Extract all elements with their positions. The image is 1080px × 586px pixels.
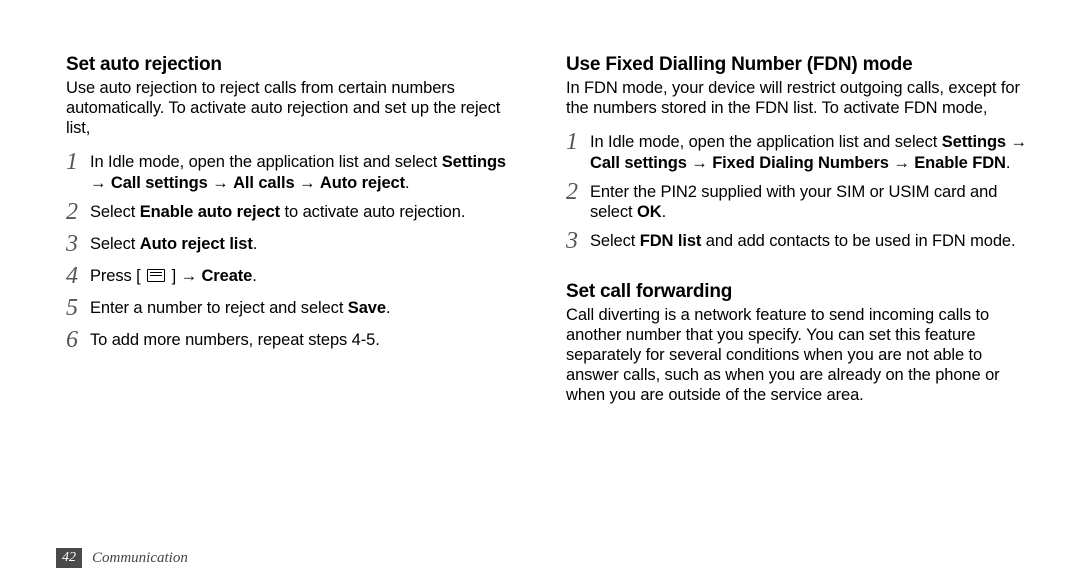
step-item: 2Enter the PIN2 supplied with your SIM o… bbox=[566, 182, 1036, 223]
step-item: 1In Idle mode, open the application list… bbox=[66, 152, 526, 193]
step-number: 3 bbox=[66, 232, 90, 256]
step-text: Select Enable auto reject to activate au… bbox=[90, 202, 465, 223]
intro-call-forwarding: Call diverting is a network feature to s… bbox=[566, 305, 1036, 406]
left-column: Set auto rejection Use auto rejection to… bbox=[66, 54, 526, 419]
steps-set-auto-rejection: 1In Idle mode, open the application list… bbox=[66, 152, 526, 353]
page-number: 42 bbox=[56, 548, 82, 568]
step-number: 3 bbox=[566, 229, 590, 253]
step-item: 6To add more numbers, repeat steps 4-5. bbox=[66, 330, 526, 354]
step-item: 3Select FDN list and add contacts to be … bbox=[566, 231, 1036, 255]
step-number: 5 bbox=[66, 296, 90, 320]
step-item: 4Press [ ] → Create. bbox=[66, 266, 526, 290]
step-text: In Idle mode, open the application list … bbox=[590, 132, 1036, 173]
step-text: Enter the PIN2 supplied with your SIM or… bbox=[590, 182, 1036, 223]
step-number: 2 bbox=[566, 180, 590, 204]
step-text: To add more numbers, repeat steps 4-5. bbox=[90, 330, 380, 351]
intro-fdn-mode: In FDN mode, your device will restrict o… bbox=[566, 78, 1036, 118]
step-number: 1 bbox=[566, 130, 590, 154]
step-text: Select FDN list and add contacts to be u… bbox=[590, 231, 1015, 252]
intro-set-auto-rejection: Use auto rejection to reject calls from … bbox=[66, 78, 526, 138]
step-number: 2 bbox=[66, 200, 90, 224]
step-item: 3Select Auto reject list. bbox=[66, 234, 526, 258]
step-item: 1In Idle mode, open the application list… bbox=[566, 132, 1036, 173]
heading-set-auto-rejection: Set auto rejection bbox=[66, 54, 526, 76]
steps-fdn-mode: 1In Idle mode, open the application list… bbox=[566, 132, 1036, 255]
heading-call-forwarding: Set call forwarding bbox=[566, 281, 1036, 303]
step-number: 4 bbox=[66, 264, 90, 288]
step-text: In Idle mode, open the application list … bbox=[90, 152, 526, 193]
step-item: 2Select Enable auto reject to activate a… bbox=[66, 202, 526, 226]
step-text: Select Auto reject list. bbox=[90, 234, 257, 255]
step-text: Press [ ] → Create. bbox=[90, 266, 257, 287]
step-number: 1 bbox=[66, 150, 90, 174]
manual-page: Set auto rejection Use auto rejection to… bbox=[0, 0, 1080, 419]
section-label: Communication bbox=[92, 550, 188, 567]
step-item: 5Enter a number to reject and select Sav… bbox=[66, 298, 526, 322]
heading-fdn-mode: Use Fixed Dialling Number (FDN) mode bbox=[566, 54, 1036, 76]
menu-icon bbox=[147, 269, 165, 282]
step-number: 6 bbox=[66, 328, 90, 352]
page-footer: 42 Communication bbox=[56, 548, 188, 568]
step-text: Enter a number to reject and select Save… bbox=[90, 298, 390, 319]
right-column: Use Fixed Dialling Number (FDN) mode In … bbox=[566, 54, 1036, 419]
